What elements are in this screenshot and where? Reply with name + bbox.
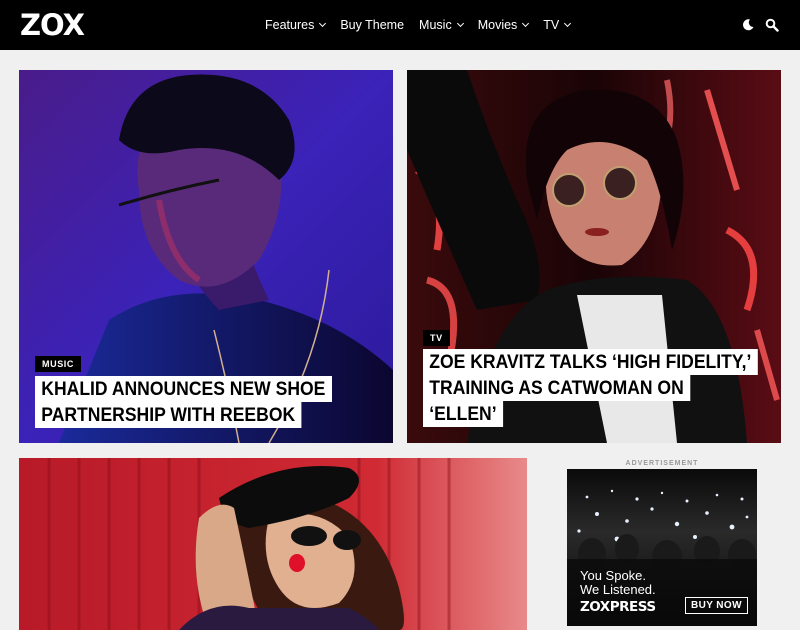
search-icon[interactable] [765, 18, 779, 32]
featured-card-music[interactable]: MUSIC KHALID ANNOUNCES NEW SHOE PARTNERS… [19, 70, 393, 443]
top-navigation-bar: ZOX Features Buy Theme Music Movies TV [0, 0, 800, 50]
featured-card-tv[interactable]: TV ZOE KRAVITZ TALKS ‘HIGH FIDELITY,’ TR… [407, 70, 781, 443]
chevron-down-icon [319, 19, 327, 28]
moon-icon[interactable] [741, 18, 755, 32]
nav-label: Movies [477, 18, 518, 32]
advertisement-banner[interactable]: You Spoke. We Listened. ZOXPRESS BUY NOW [567, 469, 757, 626]
nav-label: Features [265, 18, 315, 32]
nav-item-music[interactable]: Music [419, 18, 464, 32]
chevron-down-icon [456, 19, 464, 28]
advertisement-label: ADVERTISEMENT [625, 460, 699, 467]
headline-line: ZOE KRAVITZ TALKS ‘HIGH FIDELITY,’ [423, 349, 758, 375]
category-badge[interactable]: MUSIC [35, 356, 81, 372]
featured-image-3 [19, 458, 527, 630]
chevron-down-icon [522, 19, 530, 28]
nav-label: TV [543, 18, 560, 32]
headline-line: PARTNERSHIP WITH REEBOK [35, 402, 302, 428]
chevron-down-icon [564, 19, 572, 28]
ad-brand-logo: ZOXPRESS [580, 599, 656, 615]
site-logo[interactable]: ZOX [20, 9, 85, 41]
headline-line: KHALID ANNOUNCES NEW SHOE [35, 376, 332, 402]
ad-line-1: You Spoke. [580, 568, 647, 583]
headline[interactable]: KHALID ANNOUNCES NEW SHOE PARTNERSHIP WI… [35, 376, 365, 428]
nav-label: Buy Theme [340, 18, 405, 32]
headline-line: ‘ELLEN’ [423, 401, 503, 427]
nav-item-tv[interactable]: TV [543, 18, 572, 32]
featured-card-3[interactable] [19, 458, 527, 630]
nav-item-features[interactable]: Features [265, 18, 327, 32]
ad-tagline: You Spoke. We Listened. [580, 569, 656, 597]
headline[interactable]: ZOE KRAVITZ TALKS ‘HIGH FIDELITY,’ TRAIN… [423, 349, 758, 427]
nav-item-buy-theme[interactable]: Buy Theme [340, 18, 404, 32]
ad-line-2: We Listened. [580, 582, 656, 597]
nav-item-movies[interactable]: Movies [477, 18, 530, 32]
nav-label: Music [419, 18, 452, 32]
category-badge[interactable]: TV [423, 330, 450, 346]
headline-line: TRAINING AS CATWOMAN ON [423, 375, 691, 401]
buy-now-button[interactable]: BUY NOW [685, 597, 748, 614]
main-nav: Features Buy Theme Music Movies TV [265, 0, 585, 50]
